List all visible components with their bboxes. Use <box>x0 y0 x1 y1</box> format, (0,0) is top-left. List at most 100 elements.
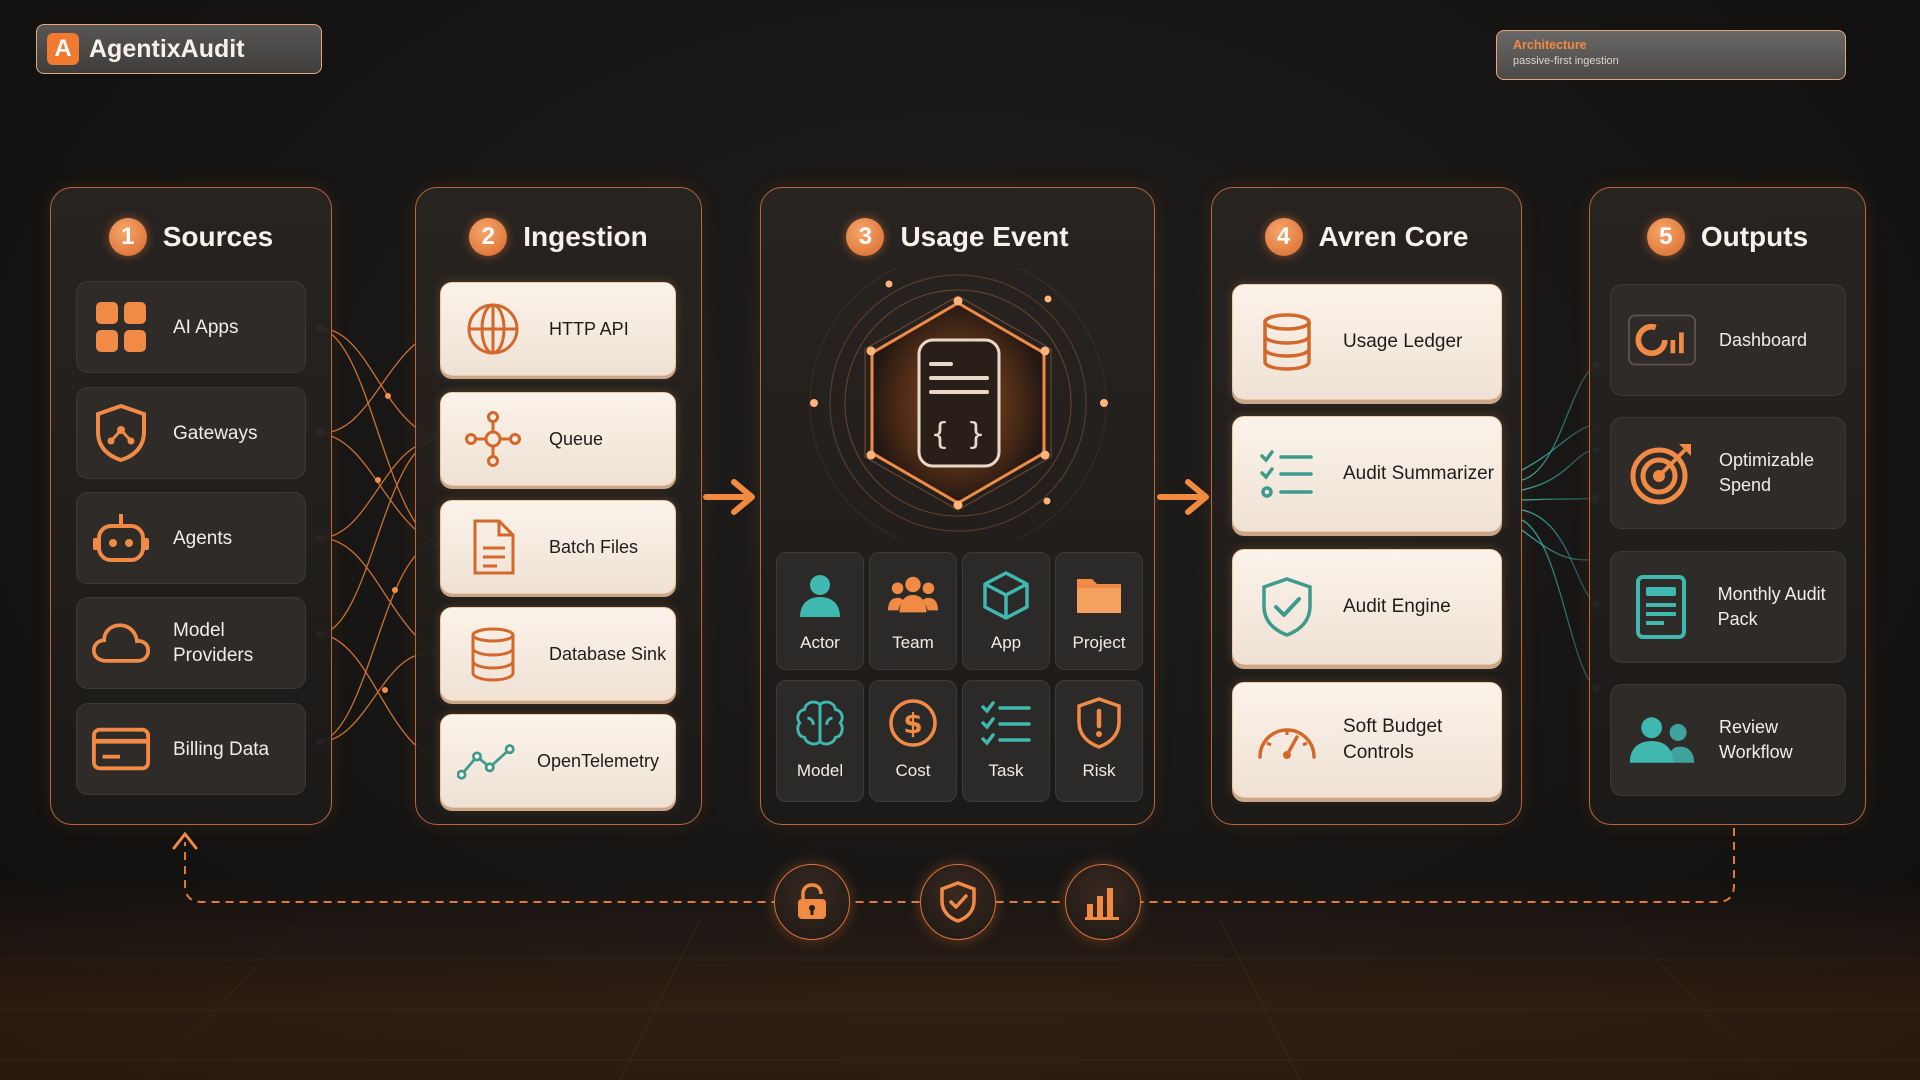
core-card-usage-ledger[interactable]: Usage Ledger <box>1232 284 1502 400</box>
ingestion-label: Database Sink <box>549 643 667 664</box>
source-card-billing-data[interactable]: Billing Data <box>76 703 306 795</box>
core-card-audit-summarizer[interactable]: Audit Summarizer <box>1232 416 1502 532</box>
attribute-card-task[interactable]: Task <box>962 680 1050 802</box>
attribute-card-model[interactable]: Model <box>776 680 864 802</box>
queue-nodes-icon <box>463 409 523 469</box>
step-number: 1 <box>108 218 147 256</box>
feedback-chart-button[interactable] <box>1065 864 1141 940</box>
core-label: Soft Budget Controls <box>1343 716 1443 763</box>
panel-outputs: 5 Outputs Dashboard Optimizable Spend Mo… <box>1589 187 1866 825</box>
person-icon <box>794 569 846 621</box>
brand-badge[interactable]: A AgentixAudit <box>36 24 322 74</box>
apps-grid-icon <box>91 297 151 357</box>
step-title: Usage Event <box>900 221 1069 252</box>
bar-chart-icon <box>1085 888 1119 920</box>
output-label: Review Workflow <box>1719 717 1793 762</box>
users-icon <box>1627 705 1697 775</box>
feedback-arrow-head <box>172 831 198 850</box>
report-icon <box>1627 572 1696 642</box>
attribute-card-risk[interactable]: Risk <box>1055 680 1143 802</box>
output-card-monthly-audit-pack[interactable]: Monthly Audit Pack <box>1610 551 1846 663</box>
attribute-label: App <box>990 633 1022 652</box>
panel-sources: 1 Sources AI Apps Gateways Agents Model … <box>50 187 332 825</box>
panel-header: 4 Avren Core <box>1212 218 1521 256</box>
panel-header: 5 Outputs <box>1590 218 1865 256</box>
ingestion-card-batch-files[interactable]: Batch Files <box>440 500 676 594</box>
dollar-icon: $ <box>887 697 939 749</box>
attribute-label: Project <box>1072 633 1126 652</box>
attribute-card-cost[interactable]: $ Cost <box>869 680 957 802</box>
robot-icon <box>91 508 151 568</box>
architecture-title: Architecture <box>1513 38 1587 52</box>
attribute-label: Actor <box>800 633 840 652</box>
feedback-shield-button[interactable] <box>920 864 996 940</box>
attribute-card-app[interactable]: App <box>962 552 1050 670</box>
attribute-card-actor[interactable]: Actor <box>776 552 864 670</box>
brain-icon <box>794 697 846 749</box>
brand-logo: A <box>47 33 79 65</box>
source-label: Gateways <box>173 422 258 444</box>
panel-header: 1 Sources <box>51 218 331 256</box>
attribute-label: Team <box>892 633 934 652</box>
brand-name: AgentixAudit <box>89 34 245 63</box>
attribute-label: Model <box>796 761 844 780</box>
core-card-soft-budget-controls[interactable]: Soft Budget Controls <box>1232 682 1502 798</box>
output-card-review-workflow[interactable]: Review Workflow <box>1610 684 1846 796</box>
source-card-agents[interactable]: Agents <box>76 492 306 584</box>
warning-shield-icon <box>1073 697 1125 749</box>
source-label: Model Providers <box>173 620 254 666</box>
check-shield-icon <box>1255 575 1319 639</box>
attribute-card-project[interactable]: Project <box>1055 552 1143 670</box>
output-label: Optimizable Spend <box>1719 450 1815 495</box>
source-card-ai-apps[interactable]: AI Apps <box>76 281 306 373</box>
source-card-model-providers[interactable]: Model Providers <box>76 597 306 689</box>
cloud-icon <box>91 613 151 673</box>
output-connectors <box>1521 364 1597 689</box>
json-document-icon: { } <box>809 268 1108 538</box>
gauge-icon <box>1255 708 1319 772</box>
panel-header: 2 Ingestion <box>416 218 701 256</box>
svg-text:$: $ <box>903 707 922 740</box>
core-card-audit-engine[interactable]: Audit Engine <box>1232 549 1502 665</box>
output-card-dashboard[interactable]: Dashboard <box>1610 284 1846 396</box>
svg-text:{ }: { } <box>931 417 985 452</box>
folder-icon <box>1073 569 1125 621</box>
ingestion-card-opentelemetry[interactable]: OpenTelemetry <box>440 714 676 808</box>
ingestion-label: HTTP API <box>549 318 629 339</box>
ingestion-card-queue[interactable]: Queue <box>440 392 676 486</box>
shield-gateway-icon <box>91 403 151 463</box>
ingestion-card-database-sink[interactable]: Database Sink <box>440 607 676 701</box>
feedback-lock-button[interactable] <box>774 864 850 940</box>
step-title: Avren Core <box>1318 221 1469 252</box>
attribute-label: Risk <box>1082 761 1116 780</box>
step-number: 2 <box>469 218 508 256</box>
cube-icon <box>980 569 1032 621</box>
ingestion-card-http-api[interactable]: HTTP API <box>440 282 676 376</box>
panel-usage-event: 3 Usage Event { } Actor Team App Project… <box>760 187 1155 825</box>
panel-ingestion: 2 Ingestion HTTP API Queue Batch Files D… <box>415 187 702 825</box>
globe-icon <box>463 299 523 359</box>
floor-grid <box>0 919 1920 1080</box>
database-icon <box>463 624 523 684</box>
team-icon <box>887 569 939 621</box>
output-label: Dashboard <box>1719 329 1808 350</box>
lock-icon <box>798 883 826 919</box>
panel-avren-core: 4 Avren Core Usage Ledger Audit Summariz… <box>1211 187 1522 825</box>
architecture-badge: Architecture passive-first ingestion <box>1496 30 1846 80</box>
checklist-icon <box>980 697 1032 749</box>
shield-check-icon <box>940 881 976 923</box>
attribute-card-team[interactable]: Team <box>869 552 957 670</box>
target-icon <box>1627 438 1697 508</box>
ingestion-label: Batch Files <box>549 536 639 557</box>
ingestion-label: Queue <box>549 428 604 449</box>
telemetry-line-icon <box>457 731 517 791</box>
core-label: Audit Engine <box>1343 596 1451 617</box>
output-card-optimizable-spend[interactable]: Optimizable Spend <box>1610 417 1846 529</box>
database-icon <box>1255 310 1319 374</box>
step-number: 3 <box>846 218 885 256</box>
source-label: Billing Data <box>173 738 270 760</box>
source-card-gateways[interactable]: Gateways <box>76 387 306 479</box>
arrow-event-to-core <box>1157 479 1209 515</box>
step-number: 4 <box>1264 218 1303 256</box>
architecture-subtitle: passive-first ingestion <box>1513 55 1619 67</box>
